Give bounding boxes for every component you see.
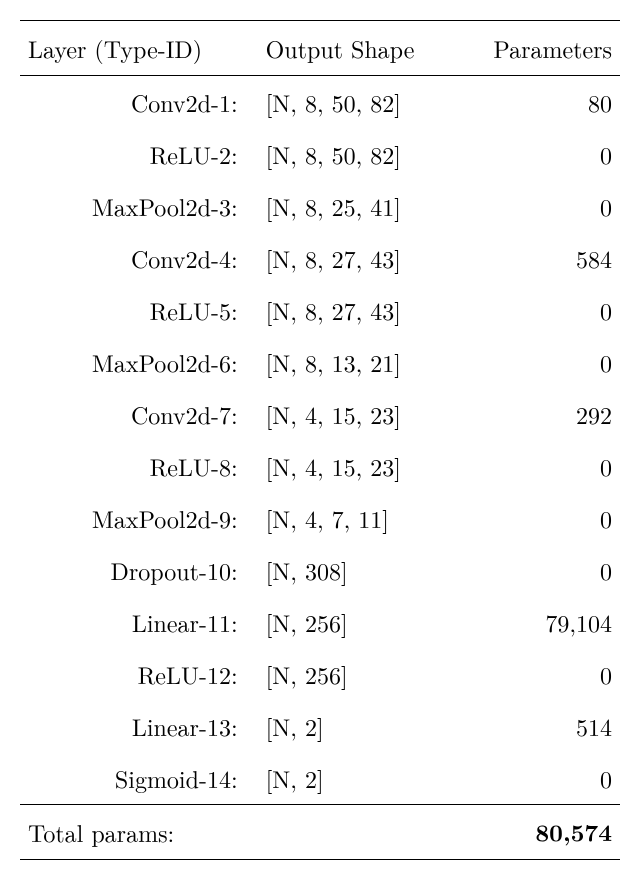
cell-params: 0 [458, 544, 620, 596]
cell-params: 514 [458, 700, 620, 752]
cell-layer: Linear-11: [20, 596, 250, 648]
header-layer: Layer (Type-ID) [20, 21, 250, 76]
cell-params: 0 [458, 180, 620, 232]
cell-layer: Dropout-10: [20, 544, 250, 596]
total-label: Total params: [20, 805, 458, 860]
table-footer-row: Total params: 80,574 [20, 805, 620, 860]
cell-layer: ReLU-2: [20, 128, 250, 180]
cell-shape: [N, 4, 15, 23] [250, 388, 458, 440]
network-architecture-table: Layer (Type-ID) Output Shape Parameters … [20, 20, 620, 860]
cell-layer: MaxPool2d-9: [20, 492, 250, 544]
cell-params: 0 [458, 128, 620, 180]
cell-shape: [N, 8, 25, 41] [250, 180, 458, 232]
cell-params: 0 [458, 752, 620, 805]
cell-layer: MaxPool2d-3: [20, 180, 250, 232]
table-row: Conv2d-1:[N, 8, 50, 82]80 [20, 76, 620, 129]
table-row: MaxPool2d-9:[N, 4, 7, 11]0 [20, 492, 620, 544]
table-row: MaxPool2d-6:[N, 8, 13, 21]0 [20, 336, 620, 388]
table-row: MaxPool2d-3:[N, 8, 25, 41]0 [20, 180, 620, 232]
cell-layer: Conv2d-4: [20, 232, 250, 284]
cell-shape: [N, 8, 13, 21] [250, 336, 458, 388]
cell-layer: Conv2d-1: [20, 76, 250, 129]
total-value: 80,574 [458, 805, 620, 860]
table-row: Linear-11:[N, 256]79,104 [20, 596, 620, 648]
cell-shape: [N, 4, 7, 11] [250, 492, 458, 544]
cell-layer: ReLU-8: [20, 440, 250, 492]
cell-params: 0 [458, 648, 620, 700]
cell-params: 80 [458, 76, 620, 129]
cell-shape: [N, 2] [250, 700, 458, 752]
table-row: Conv2d-4:[N, 8, 27, 43]584 [20, 232, 620, 284]
table-row: ReLU-12:[N, 256]0 [20, 648, 620, 700]
cell-params: 79,104 [458, 596, 620, 648]
table-row: ReLU-5:[N, 8, 27, 43]0 [20, 284, 620, 336]
header-params: Parameters [458, 21, 620, 76]
table-row: Dropout-10:[N, 308]0 [20, 544, 620, 596]
table-row: ReLU-8:[N, 4, 15, 23]0 [20, 440, 620, 492]
cell-layer: Sigmoid-14: [20, 752, 250, 805]
cell-params: 0 [458, 336, 620, 388]
cell-params: 0 [458, 492, 620, 544]
cell-layer: MaxPool2d-6: [20, 336, 250, 388]
cell-shape: [N, 256] [250, 648, 458, 700]
cell-params: 0 [458, 440, 620, 492]
cell-shape: [N, 256] [250, 596, 458, 648]
table-row: Conv2d-7:[N, 4, 15, 23]292 [20, 388, 620, 440]
table: Layer (Type-ID) Output Shape Parameters … [20, 20, 620, 860]
cell-layer: ReLU-12: [20, 648, 250, 700]
cell-shape: [N, 8, 50, 82] [250, 76, 458, 129]
cell-shape: [N, 8, 27, 43] [250, 232, 458, 284]
table-row: ReLU-2:[N, 8, 50, 82]0 [20, 128, 620, 180]
cell-layer: Conv2d-7: [20, 388, 250, 440]
cell-layer: Linear-13: [20, 700, 250, 752]
cell-shape: [N, 8, 50, 82] [250, 128, 458, 180]
cell-shape: [N, 8, 27, 43] [250, 284, 458, 336]
cell-params: 292 [458, 388, 620, 440]
table-row: Sigmoid-14:[N, 2]0 [20, 752, 620, 805]
cell-layer: ReLU-5: [20, 284, 250, 336]
cell-shape: [N, 4, 15, 23] [250, 440, 458, 492]
cell-shape: [N, 308] [250, 544, 458, 596]
cell-params: 0 [458, 284, 620, 336]
cell-params: 584 [458, 232, 620, 284]
cell-shape: [N, 2] [250, 752, 458, 805]
header-shape: Output Shape [250, 21, 458, 76]
table-row: Linear-13:[N, 2]514 [20, 700, 620, 752]
table-header-row: Layer (Type-ID) Output Shape Parameters [20, 21, 620, 76]
